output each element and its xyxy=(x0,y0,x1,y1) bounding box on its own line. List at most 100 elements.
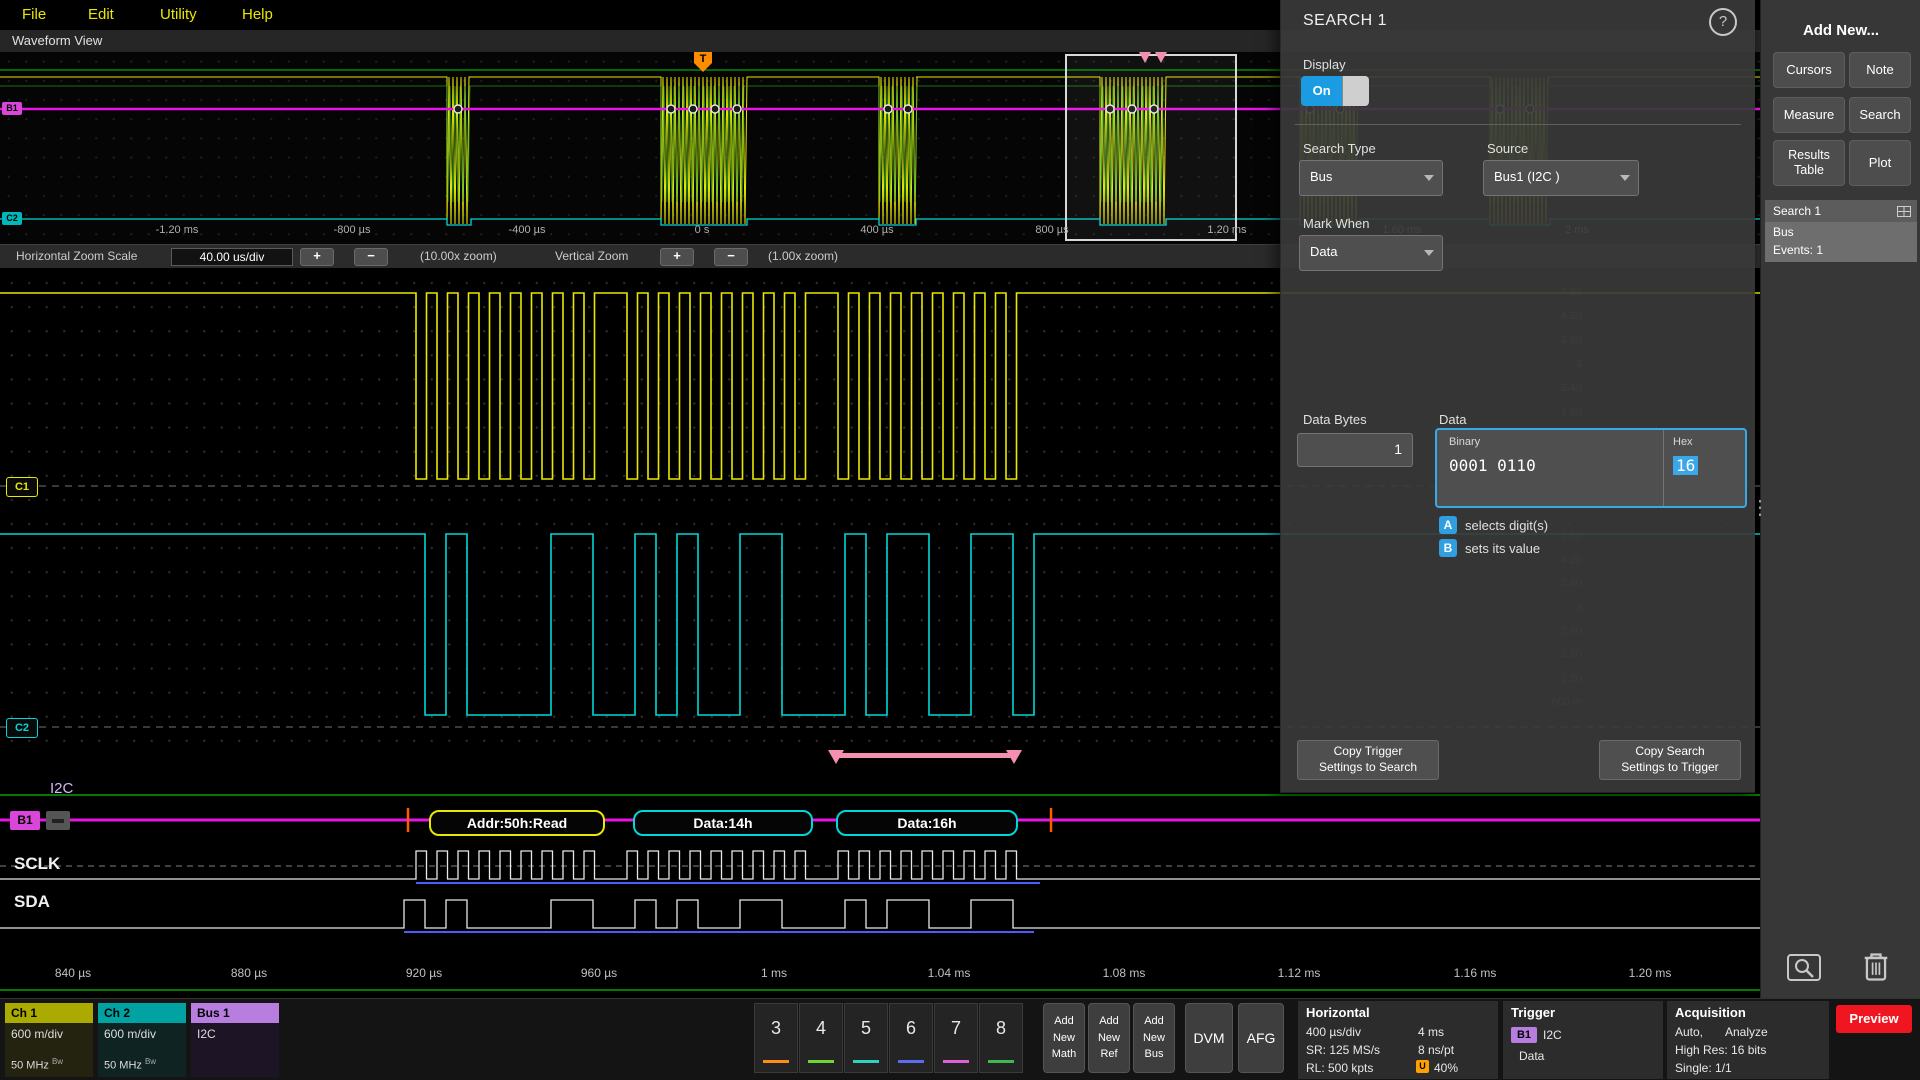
ch2-badge[interactable]: C2 xyxy=(6,718,38,738)
data-bytes-value: 1 xyxy=(1394,441,1402,457)
channel-number: 5 xyxy=(860,1018,871,1038)
dvm-button[interactable]: DVM xyxy=(1185,1003,1233,1073)
bus1-badge[interactable]: B1 xyxy=(10,811,40,830)
binary-value[interactable]: 0001 0110 xyxy=(1449,456,1536,475)
results-type: Bus xyxy=(1773,225,1794,239)
acquisition-title: Acquisition xyxy=(1675,1005,1746,1020)
channel-number: 7 xyxy=(950,1018,961,1038)
time-label: 960 µs xyxy=(580,966,618,980)
overview-time-label: -800 µs xyxy=(333,224,371,236)
add-note-button[interactable]: Note xyxy=(1849,52,1911,88)
channel-6-button[interactable]: 6 xyxy=(889,1003,933,1073)
button-label: Add xyxy=(1099,1015,1119,1028)
data-bytes-label: Data Bytes xyxy=(1303,412,1367,427)
add-new-title: Add New... xyxy=(1802,22,1880,39)
waveform-view-label: Waveform View xyxy=(12,33,103,48)
channel-color-bar xyxy=(943,1060,969,1063)
results-body: Bus Events: 1 xyxy=(1765,222,1917,262)
search-type-select[interactable]: Bus xyxy=(1299,160,1443,196)
bus1-tile[interactable]: Bus 1 I2C xyxy=(191,1003,279,1077)
help-icon[interactable]: ? xyxy=(1709,8,1737,36)
hzoom-scale-value[interactable]: 40.00 us/div xyxy=(171,248,293,266)
display-toggle[interactable]: On xyxy=(1301,76,1369,106)
panel-drag-handle[interactable]: ⋮ xyxy=(1750,495,1770,520)
acq-single: Single: 1/1 xyxy=(1675,1061,1732,1075)
zoom-mode-button[interactable] xyxy=(1785,950,1829,991)
menu-edit[interactable]: Edit xyxy=(88,6,114,23)
results-title: Search 1 xyxy=(1773,204,1822,218)
delete-button[interactable] xyxy=(1861,950,1891,989)
button-label: Bus xyxy=(1144,1048,1164,1061)
search-marker-icon xyxy=(1139,52,1151,63)
channel-4-button[interactable]: 4 xyxy=(799,1003,843,1073)
ch1-tile[interactable]: Ch 1 600 m/div 50 MHz Bw xyxy=(5,1003,93,1077)
button-label: Settings to Trigger xyxy=(1621,760,1719,774)
search1-results-item[interactable]: Search 1 Bus Events: 1 xyxy=(1765,200,1917,262)
copy-search-to-trigger-button[interactable]: Copy Search Settings to Trigger xyxy=(1599,740,1741,780)
ch2-tile[interactable]: Ch 2 600 m/div 50 MHz Bw xyxy=(98,1003,186,1077)
mark-when-select[interactable]: Data xyxy=(1299,235,1443,271)
trigger-tile[interactable]: Trigger B1 I2C Data xyxy=(1503,1001,1663,1079)
data-value-editor[interactable]: Binary 0001 0110 Hex 16 xyxy=(1435,428,1747,508)
menu-file[interactable]: File xyxy=(22,6,46,23)
add-new-math-button[interactable]: Add New Math xyxy=(1043,1003,1085,1073)
vzoom-factor-label: (1.00x zoom) xyxy=(768,249,839,263)
vzoom-label: Vertical Zoom xyxy=(555,249,629,263)
search1-panel: SEARCH 1 ? Display On Search Type Source… xyxy=(1280,0,1755,793)
add-measure-button[interactable]: Measure xyxy=(1773,97,1845,133)
ch1-badge[interactable]: C1 xyxy=(6,477,38,497)
hex-value-wrap[interactable]: 16 xyxy=(1673,456,1699,475)
h-sample-rate: SR: 125 MS/s xyxy=(1306,1043,1381,1057)
results-header: Search 1 xyxy=(1765,200,1917,222)
add-results-table-button[interactable]: Results Table xyxy=(1773,140,1845,186)
menu-utility[interactable]: Utility xyxy=(160,6,197,23)
hex-value[interactable]: 16 xyxy=(1673,456,1699,475)
add-cursors-button[interactable]: Cursors xyxy=(1773,52,1845,88)
channel-number: 6 xyxy=(905,1018,916,1038)
acq-analyze: Analyze xyxy=(1725,1025,1768,1039)
bus1-type: I2C xyxy=(197,1027,216,1041)
source-label: Source xyxy=(1487,141,1529,156)
copy-trigger-to-search-button[interactable]: Copy Trigger Settings to Search xyxy=(1297,740,1439,780)
hzoom-plus-button[interactable]: + xyxy=(300,248,334,266)
h-scale: 400 µs/div xyxy=(1306,1025,1361,1039)
sclk-label: SCLK xyxy=(14,854,61,873)
overview-bus-badge[interactable]: B1 xyxy=(2,102,22,115)
source-select[interactable]: Bus1 (I2C ) xyxy=(1483,160,1639,196)
chevron-down-icon xyxy=(1620,175,1630,181)
channel-number: 3 xyxy=(770,1018,781,1038)
menu-help[interactable]: Help xyxy=(242,6,273,23)
button-label: Add xyxy=(1144,1015,1164,1028)
knob-a-hint: selects digit(s) xyxy=(1465,518,1549,533)
add-new-bus-button[interactable]: Add New Bus xyxy=(1133,1003,1175,1073)
time-label: 1.16 ms xyxy=(1453,966,1497,980)
horizontal-tile[interactable]: Horizontal 400 µs/div 4 ms SR: 125 MS/s … xyxy=(1298,1001,1498,1079)
channel-5-button[interactable]: 5 xyxy=(844,1003,888,1073)
add-new-ref-button[interactable]: Add New Ref xyxy=(1088,1003,1130,1073)
afg-button[interactable]: AFG xyxy=(1238,1003,1284,1073)
hzoom-minus-button[interactable]: − xyxy=(354,248,388,266)
channel-color-bar xyxy=(808,1060,834,1063)
decoded-packet-addr: Addr:50h:Read xyxy=(429,810,605,836)
data-bytes-input[interactable]: 1 xyxy=(1297,433,1413,467)
overview-ch2-badge[interactable]: C2 xyxy=(2,212,22,225)
zoom-search-icon xyxy=(1787,954,1821,981)
toggle-knob xyxy=(1342,76,1369,106)
toggle-on-label: On xyxy=(1301,76,1343,106)
add-plot-button[interactable]: Plot xyxy=(1849,140,1911,186)
search-marker-bar xyxy=(836,753,1014,758)
data-label: Data xyxy=(1439,412,1467,427)
results-table-icon xyxy=(1897,206,1911,217)
search-marker-icon xyxy=(1006,750,1022,764)
preview-button[interactable]: Preview xyxy=(1836,1005,1912,1033)
acquisition-tile[interactable]: Acquisition Auto, Analyze High Res: 16 b… xyxy=(1667,1001,1829,1079)
button-label: Search xyxy=(1859,107,1901,123)
h-resolution: 8 ns/pt xyxy=(1418,1043,1455,1057)
vzoom-minus-button[interactable]: − xyxy=(714,248,748,266)
bus-collapse-button[interactable] xyxy=(46,811,70,830)
channel-3-button[interactable]: 3 xyxy=(754,1003,798,1073)
add-search-button[interactable]: Search xyxy=(1849,97,1911,133)
vzoom-plus-button[interactable]: + xyxy=(660,248,694,266)
channel-7-button[interactable]: 7 xyxy=(934,1003,978,1073)
channel-8-button[interactable]: 8 xyxy=(979,1003,1023,1073)
